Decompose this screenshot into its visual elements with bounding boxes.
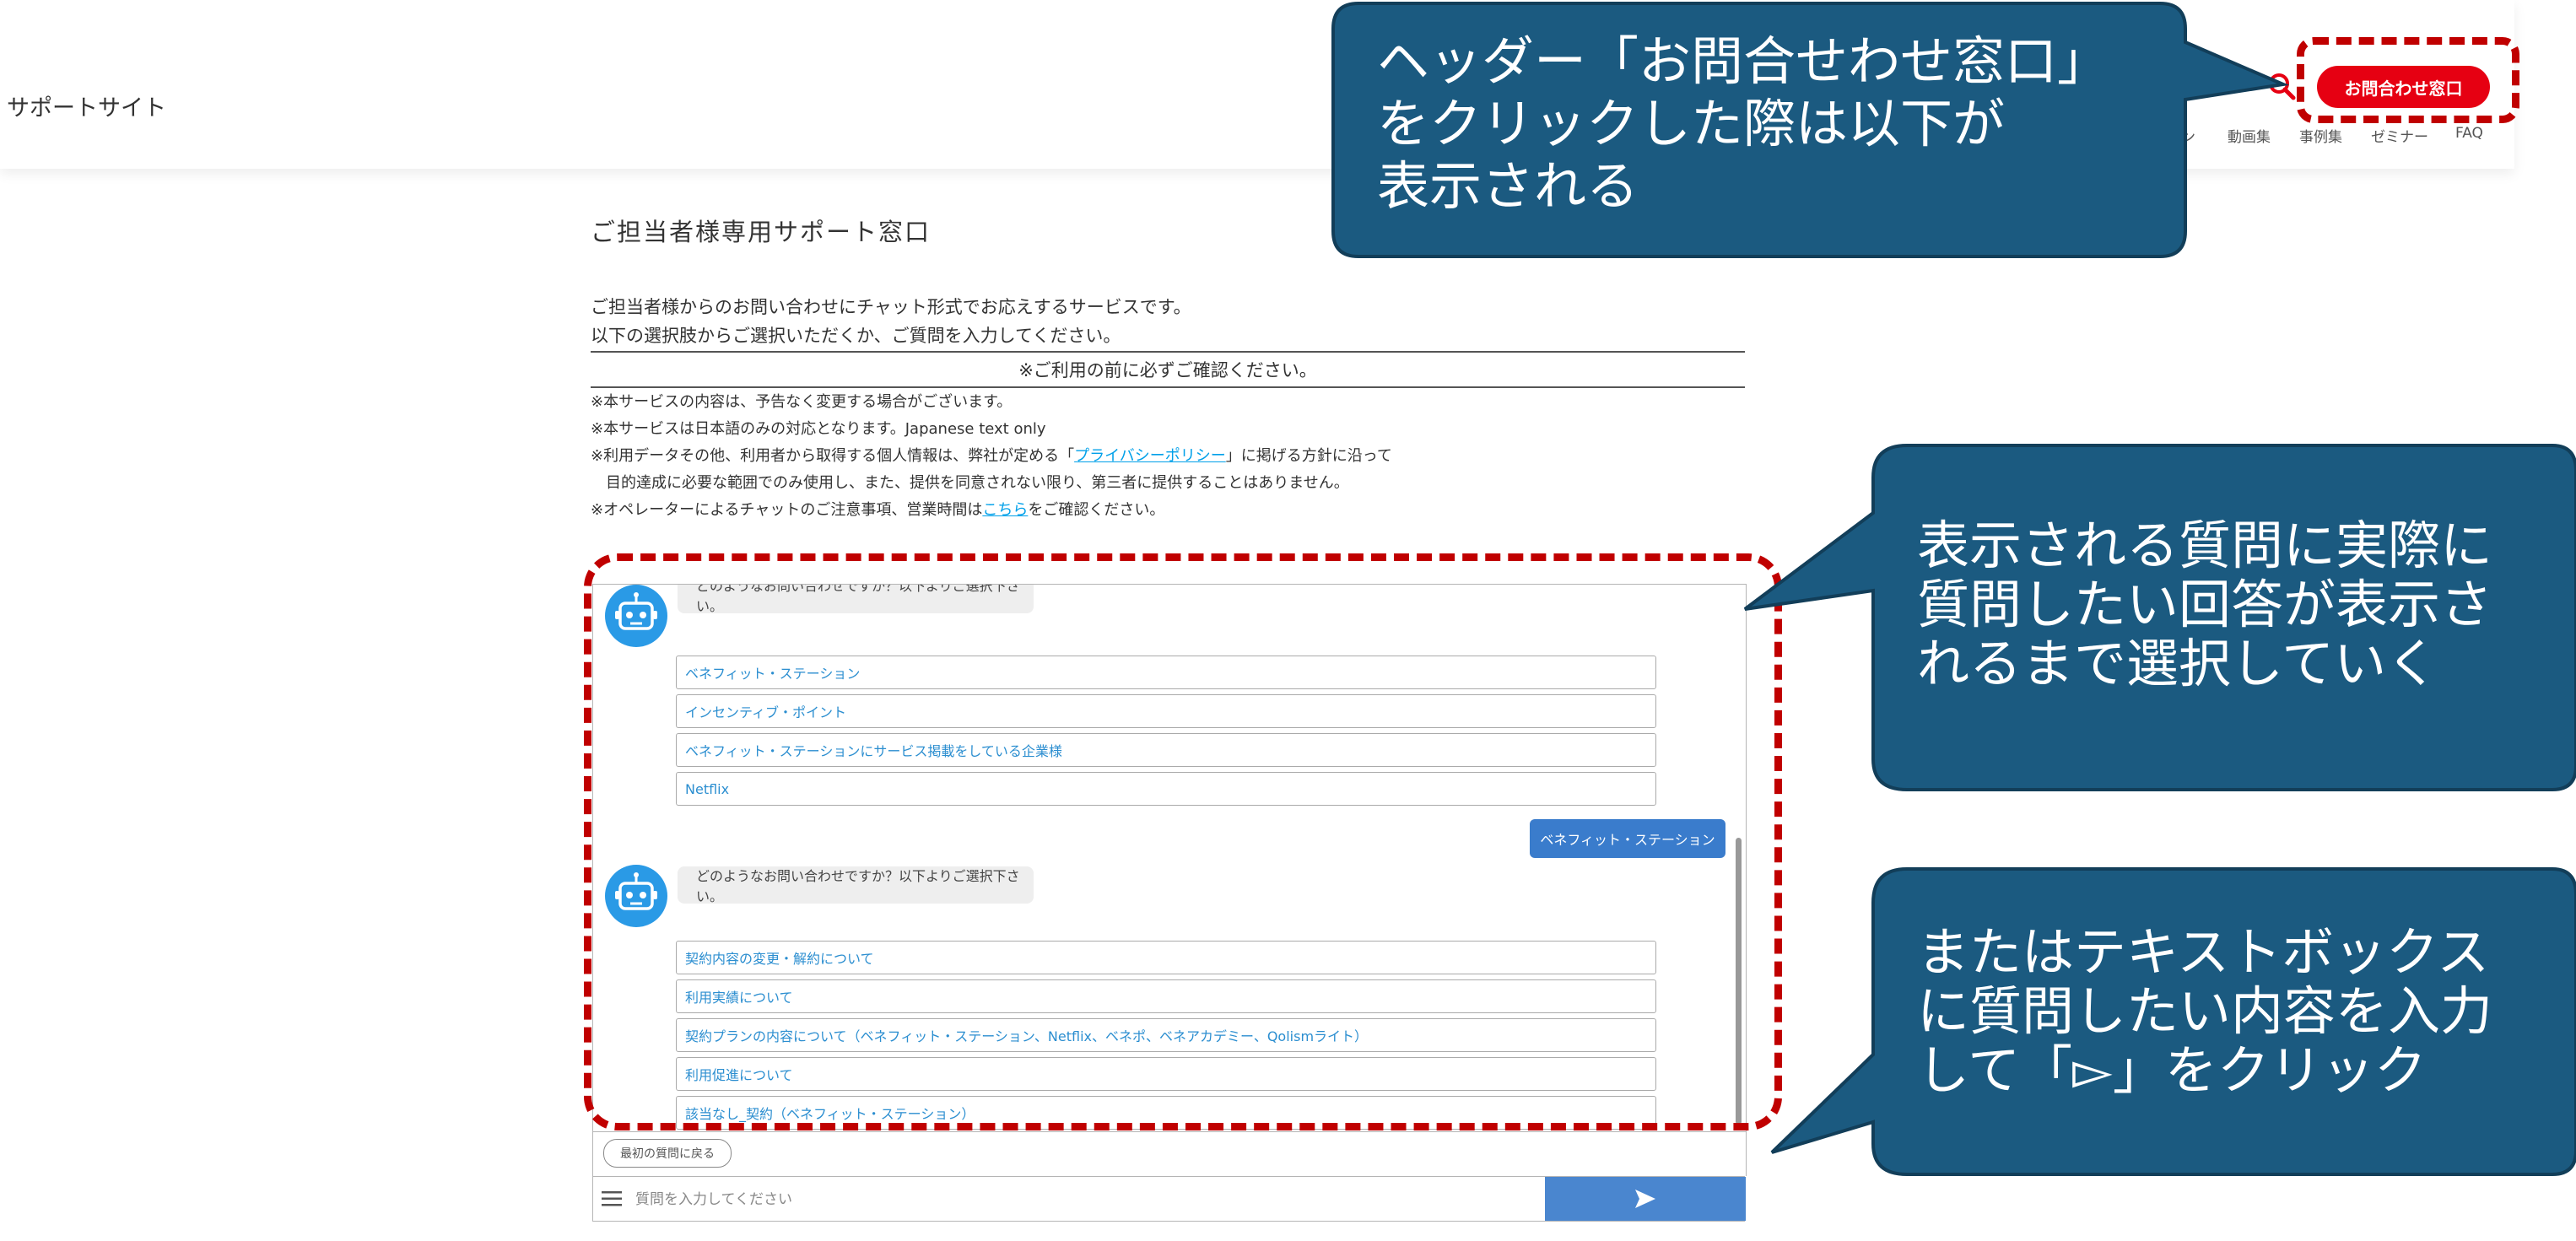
callout-2-text: 表示される質問に実際に 質問したい回答が表示さ れるまで選択していく: [1917, 515, 2493, 694]
callout-3-text: またはテキストボックス に質問したい内容を入力 して「▻」をクリック: [1917, 921, 2493, 1101]
callout-1-text: ヘッダー「お問合せわせ窓口」 をクリックした際は以下が 表示される: [1377, 30, 2110, 217]
